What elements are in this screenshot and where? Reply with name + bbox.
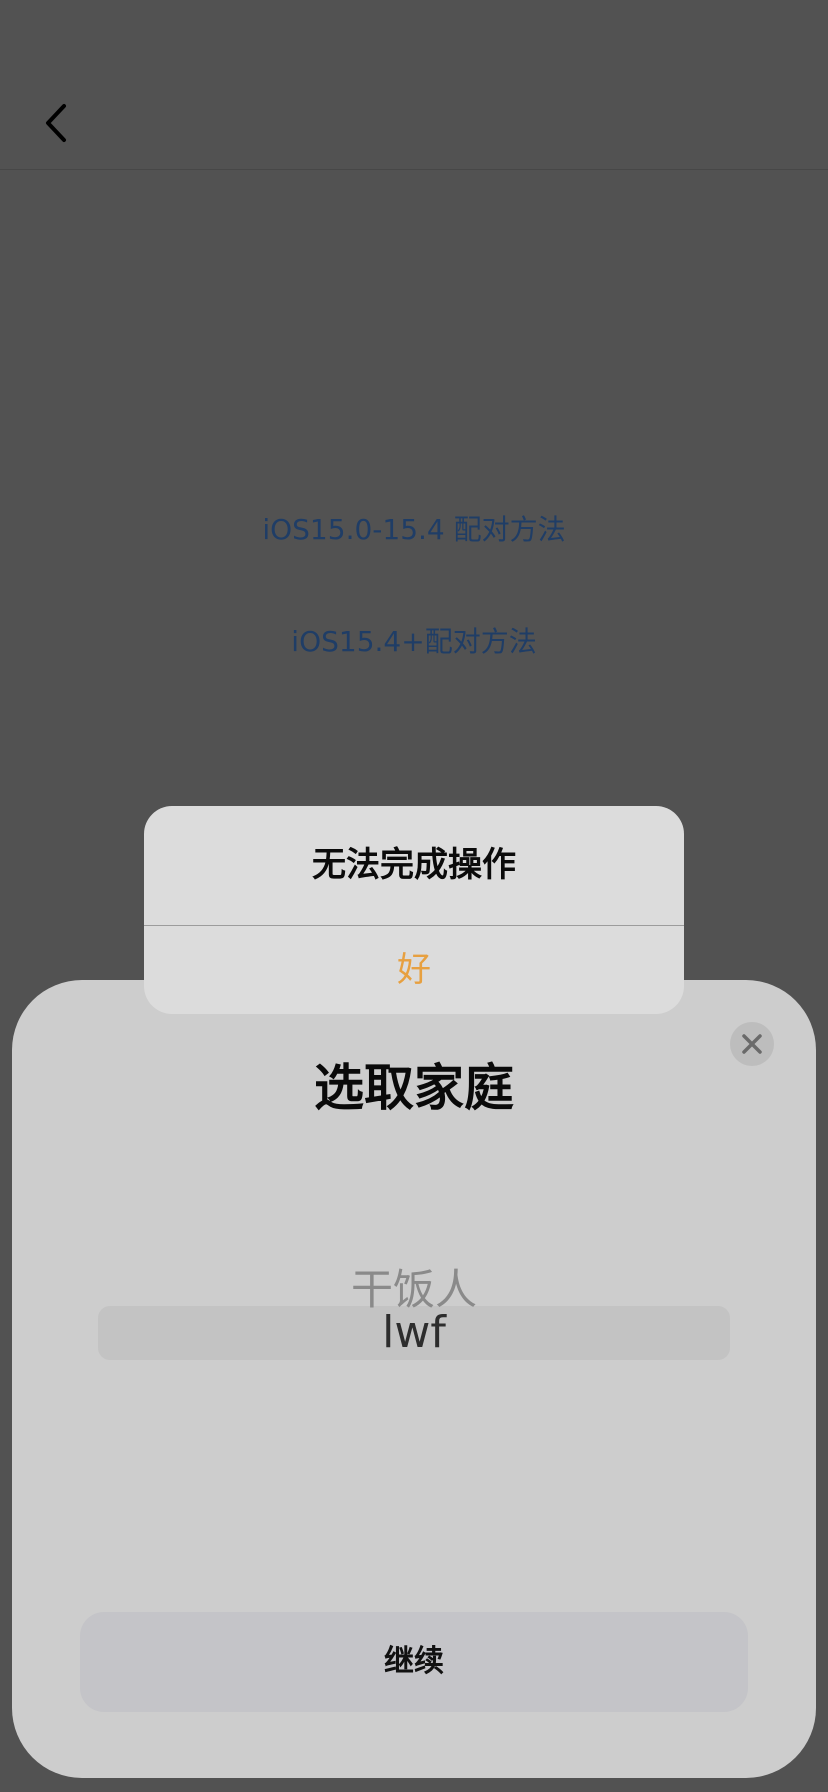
chevron-left-icon — [46, 104, 66, 142]
alert-ok-button[interactable]: 好 — [144, 926, 684, 1014]
continue-button[interactable]: 继续 — [80, 1612, 748, 1712]
alert-dialog: 无法完成操作 好 — [144, 806, 684, 1014]
pairing-method-link-15-4-plus[interactable]: iOS15.4+配对方法 — [0, 620, 828, 660]
pairing-method-link-15-0-15-4[interactable]: iOS15.0-15.4 配对方法 — [0, 508, 828, 548]
back-button[interactable] — [36, 98, 76, 148]
nav-bar — [0, 0, 828, 170]
close-icon — [742, 1034, 762, 1054]
sheet-title: 选取家庭 — [314, 1059, 514, 1117]
close-button[interactable] — [730, 1022, 774, 1066]
screen: iOS15.0-15.4 配对方法 iOS15.4+配对方法 选取家庭 干饭人 … — [0, 0, 828, 1792]
picker-option-selected[interactable]: lwf — [0, 1306, 828, 1360]
alert-title: 无法完成操作 — [312, 845, 516, 885]
